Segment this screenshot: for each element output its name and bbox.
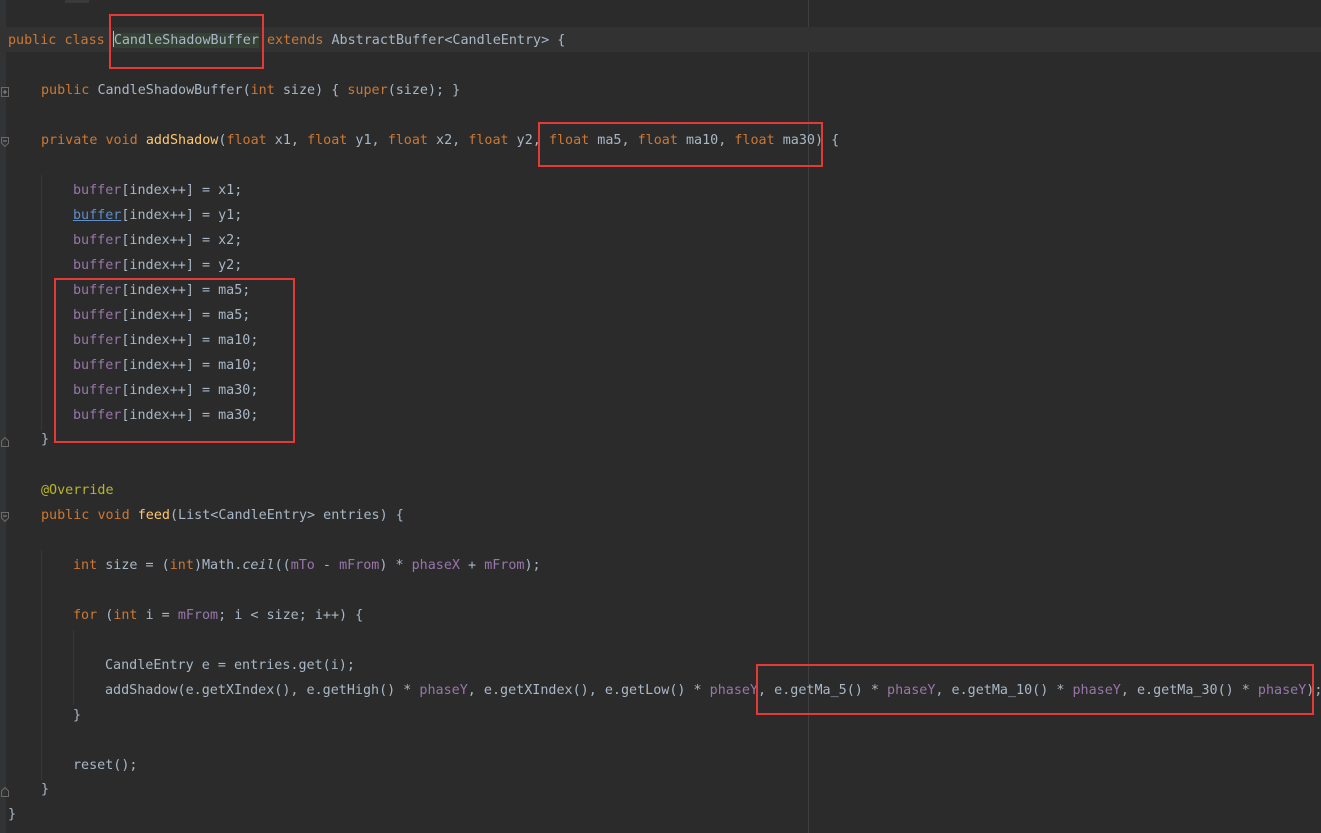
- field-ref: mFrom: [484, 558, 525, 573]
- code-line-constructor[interactable]: public CandleShadowBuffer(int size) { su…: [41, 78, 460, 103]
- gutter[interactable]: [0, 0, 6, 833]
- code-line-annotation[interactable]: @Override: [41, 478, 114, 503]
- field-ref: phaseY: [419, 683, 468, 698]
- code-text: i =: [137, 608, 178, 623]
- code-line-entry-decl[interactable]: CandleEntry e = entries.get(i);: [105, 653, 355, 678]
- code-text: <CandleEntry> {: [444, 33, 566, 48]
- code-text: ((: [274, 558, 291, 573]
- code-text: (List<CandleEntry> entries) {: [170, 508, 404, 523]
- code-text: ; i < size; i++) {: [218, 608, 364, 623]
- code-line[interactable]: buffer[index++] = y1;: [73, 203, 242, 228]
- code-line-close-brace[interactable]: }: [41, 427, 49, 452]
- keyword: extends: [267, 33, 324, 48]
- keyword: for: [73, 608, 98, 623]
- fold-plus-icon[interactable]: [1, 87, 9, 97]
- field-ref: mTo: [290, 558, 315, 573]
- code-text: )Math.: [193, 558, 243, 573]
- highlight-box-class-name: [109, 14, 264, 69]
- code-text: }: [41, 432, 50, 447]
- code-line-size-decl[interactable]: int size = (int)Math.ceil((mTo - mFrom) …: [73, 553, 541, 578]
- highlight-box-ma-getters: [756, 664, 1314, 715]
- code-line-for[interactable]: for (int i = mFrom; i < size; i++) {: [73, 603, 363, 628]
- field-ref: buffer: [73, 258, 122, 273]
- code-text: -: [314, 558, 340, 573]
- code-text: +: [460, 558, 485, 573]
- keyword: float: [468, 133, 509, 148]
- code-text: }: [8, 807, 17, 822]
- param: y1,: [347, 133, 388, 148]
- code-text: (: [242, 83, 251, 98]
- keyword: class: [64, 33, 105, 48]
- code-text: size = (: [97, 558, 170, 573]
- param: x2,: [428, 133, 469, 148]
- annotation: @Override: [41, 483, 114, 498]
- code-text: }: [41, 782, 50, 797]
- highlight-box-ma-assignments: [54, 278, 295, 443]
- folded-brace: }: [444, 83, 461, 98]
- code-text: reset();: [73, 758, 138, 773]
- keyword: int: [169, 558, 194, 573]
- indent-guide: [41, 175, 42, 430]
- folded-brace: {: [331, 83, 348, 98]
- code-text: addShadow(e.getXIndex(), e.getHigh() *: [105, 683, 420, 698]
- code-text: [index++] = y1;: [121, 208, 243, 223]
- keyword: int: [113, 608, 138, 623]
- indent-guide: [41, 550, 42, 780]
- code-text: CandleEntry e = entries.get(i);: [105, 658, 355, 673]
- field-ref: buffer: [73, 183, 122, 198]
- keyword: int: [250, 83, 275, 98]
- keyword: void: [97, 508, 130, 523]
- field-ref: mFrom: [177, 608, 219, 623]
- keyword: public: [41, 83, 90, 98]
- keyword: int: [73, 558, 98, 573]
- code-text: [index++] = x1;: [121, 183, 243, 198]
- code-line-class-decl[interactable]: public class CandleShadowBuffer extends …: [8, 28, 565, 53]
- code-line-class-close[interactable]: }: [8, 802, 16, 827]
- keyword: float: [307, 133, 348, 148]
- fold-end-icon[interactable]: [1, 437, 9, 447]
- code-text: ) *: [379, 558, 412, 573]
- fold-end-icon[interactable]: [1, 787, 9, 797]
- field-ref-link[interactable]: buffer: [73, 208, 121, 223]
- code-text: [index++] = y2;: [121, 258, 243, 273]
- keyword: super: [347, 83, 388, 98]
- fold-minus-icon[interactable]: [1, 512, 9, 522]
- code-text: }: [73, 708, 82, 723]
- code-editor[interactable]: public class CandleShadowBuffer extends …: [0, 0, 1321, 833]
- code-line-close-brace[interactable]: }: [41, 777, 49, 802]
- keyword: float: [387, 133, 428, 148]
- field-ref: mFrom: [339, 558, 380, 573]
- keyword: float: [226, 133, 267, 148]
- constructor-name: CandleShadowBuffer: [97, 83, 243, 98]
- code-line-feed-signature[interactable]: public void feed(List<CandleEntry> entri…: [41, 503, 404, 528]
- keyword: public: [8, 33, 57, 48]
- method-name[interactable]: feed: [138, 508, 170, 523]
- fold-minus-icon[interactable]: [1, 137, 9, 147]
- code-text: , e.getXIndex(), e.getLow() *: [467, 683, 710, 698]
- code-line-close-brace[interactable]: }: [73, 703, 81, 728]
- param: x1,: [266, 133, 308, 148]
- highlight-box-ma-params: [538, 122, 823, 167]
- keyword: private: [41, 133, 98, 148]
- code-text: [index++] = x2;: [121, 233, 243, 248]
- parent-class-name[interactable]: AbstractBuffer: [332, 33, 445, 48]
- code-line-reset[interactable]: reset();: [73, 753, 138, 778]
- code-line[interactable]: buffer[index++] = y2;: [73, 253, 242, 278]
- field-ref: phaseX: [411, 558, 460, 573]
- code-line[interactable]: buffer[index++] = x2;: [73, 228, 242, 253]
- code-text: (size);: [387, 83, 445, 98]
- keyword: public: [41, 508, 90, 523]
- code-line[interactable]: buffer[index++] = x1;: [73, 178, 242, 203]
- method-name[interactable]: addShadow: [146, 133, 219, 148]
- static-method: ceil: [242, 558, 275, 573]
- code-text: {: [823, 133, 840, 148]
- scrolled-line-fragment: [65, 0, 89, 3]
- code-text: size): [274, 83, 332, 98]
- field-ref: buffer: [73, 233, 122, 248]
- code-text: (: [97, 608, 114, 623]
- field-ref: phaseY: [709, 683, 759, 698]
- code-text: );: [524, 558, 541, 573]
- indent-guide: [73, 630, 74, 705]
- keyword: void: [105, 133, 138, 148]
